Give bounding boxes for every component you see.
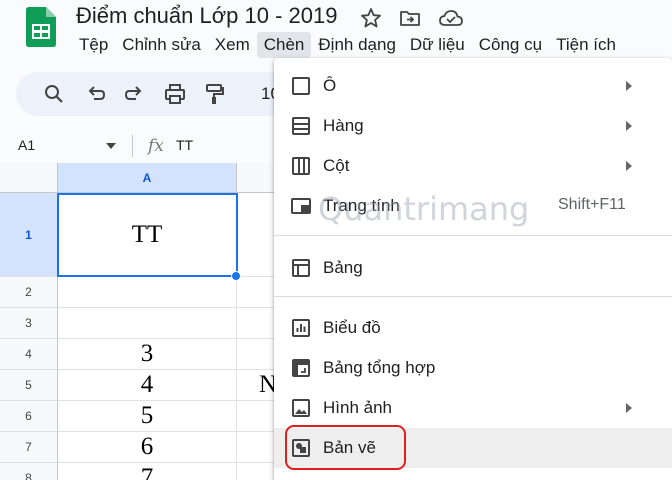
menu-view[interactable]: Xem bbox=[208, 32, 257, 58]
sheets-logo-icon[interactable] bbox=[26, 7, 56, 47]
sheet-icon bbox=[290, 195, 312, 217]
menu-item-shortcut: Shift+F11 bbox=[558, 196, 626, 213]
cloud-status-icon[interactable] bbox=[438, 6, 463, 30]
fx-icon: fx bbox=[148, 136, 164, 156]
fill-handle[interactable] bbox=[231, 271, 241, 281]
insert-menu-item-image[interactable]: Hình ảnh bbox=[274, 388, 672, 428]
menu-insert[interactable]: Chèn bbox=[256, 32, 312, 58]
submenu-arrow-icon bbox=[626, 81, 632, 91]
page: Điểm chuẩn Lớp 10 - 2019 Tệp Chỉnh sửa X… bbox=[0, 0, 672, 480]
cell-a3[interactable] bbox=[58, 308, 237, 339]
menu-extensions[interactable]: Tiện ích bbox=[549, 32, 623, 58]
menu-item-label: Biểu đồ bbox=[323, 318, 381, 337]
submenu-arrow-icon bbox=[626, 403, 632, 413]
cell-a4[interactable]: 3 bbox=[58, 339, 237, 370]
menu-edit[interactable]: Chỉnh sửa bbox=[115, 32, 207, 58]
formula-input[interactable]: TT bbox=[176, 137, 193, 153]
row-header-7[interactable]: 7 bbox=[0, 432, 58, 463]
submenu-arrow-icon bbox=[626, 121, 632, 131]
watermark-text: Quantrimang bbox=[318, 190, 530, 228]
table-icon bbox=[290, 257, 312, 279]
menubar: Tệp Chỉnh sửa Xem Chèn Định dạng Dữ liệu… bbox=[72, 32, 623, 58]
row-header-6[interactable]: 6 bbox=[0, 401, 58, 432]
document-title[interactable]: Điểm chuẩn Lớp 10 - 2019 bbox=[76, 3, 337, 29]
star-icon[interactable] bbox=[359, 6, 383, 30]
menu-item-label: Hình ảnh bbox=[323, 398, 392, 417]
menu-item-label: Cột bbox=[323, 156, 350, 175]
row-header-2[interactable]: 2 bbox=[0, 277, 58, 308]
move-to-folder-icon[interactable] bbox=[398, 6, 422, 30]
row-header-5[interactable]: 5 bbox=[0, 370, 58, 401]
menu-file[interactable]: Tệp bbox=[72, 32, 115, 58]
insert-menu-item-chart[interactable]: Biểu đồ bbox=[274, 308, 672, 348]
row-header-8[interactable]: 8 bbox=[0, 463, 58, 480]
search-icon[interactable] bbox=[42, 82, 66, 106]
column-header-a[interactable]: A bbox=[58, 163, 237, 193]
undo-icon[interactable] bbox=[84, 82, 108, 106]
menu-format[interactable]: Định dạng bbox=[311, 32, 403, 58]
cell-a8[interactable]: 7 bbox=[58, 463, 237, 480]
menu-tools[interactable]: Công cụ bbox=[472, 32, 549, 58]
insert-menu-item-rows[interactable]: Hàng bbox=[274, 106, 672, 146]
submenu-arrow-icon bbox=[626, 161, 632, 171]
annotation-highlight-box bbox=[285, 425, 406, 470]
row-icon bbox=[290, 115, 312, 137]
insert-menu-item-cells[interactable]: Ô bbox=[274, 66, 672, 106]
paint-format-icon[interactable] bbox=[202, 82, 226, 106]
insert-menu-item-columns[interactable]: Cột bbox=[274, 146, 672, 186]
menu-item-label: Ô bbox=[323, 76, 337, 95]
menu-separator bbox=[274, 235, 672, 236]
pivot-table-icon bbox=[290, 357, 312, 379]
menu-separator bbox=[274, 296, 672, 297]
name-box[interactable]: A1 bbox=[18, 137, 35, 153]
row-header-3[interactable]: 3 bbox=[0, 308, 58, 339]
active-cell-outline bbox=[57, 193, 238, 277]
divider bbox=[132, 135, 133, 157]
redo-icon[interactable] bbox=[122, 82, 146, 106]
image-icon bbox=[290, 397, 312, 419]
menu-data[interactable]: Dữ liệu bbox=[403, 32, 472, 58]
row-header-4[interactable]: 4 bbox=[0, 339, 58, 370]
insert-menu-item-table[interactable]: Bảng bbox=[274, 248, 672, 288]
insert-menu-dropdown: Ô Hàng Cột Trang tính Shift+F11 Bảng Biể… bbox=[274, 58, 672, 480]
select-all-corner[interactable] bbox=[0, 163, 58, 193]
cell-a7[interactable]: 6 bbox=[58, 432, 237, 463]
cell-icon bbox=[290, 75, 312, 97]
menu-item-label: Bảng bbox=[323, 258, 363, 277]
menu-item-label: Bảng tổng hợp bbox=[323, 358, 436, 377]
print-icon[interactable] bbox=[163, 82, 187, 106]
menu-item-label: Hàng bbox=[323, 116, 364, 135]
chart-icon bbox=[290, 317, 312, 339]
chevron-down-icon[interactable] bbox=[106, 143, 116, 149]
cell-a2[interactable] bbox=[58, 277, 237, 308]
row-header-1[interactable]: 1 bbox=[0, 193, 58, 277]
column-icon bbox=[290, 155, 312, 177]
cell-a5[interactable]: 4 bbox=[58, 370, 237, 401]
insert-menu-item-pivot-table[interactable]: Bảng tổng hợp bbox=[274, 348, 672, 388]
cell-a6[interactable]: 5 bbox=[58, 401, 237, 432]
